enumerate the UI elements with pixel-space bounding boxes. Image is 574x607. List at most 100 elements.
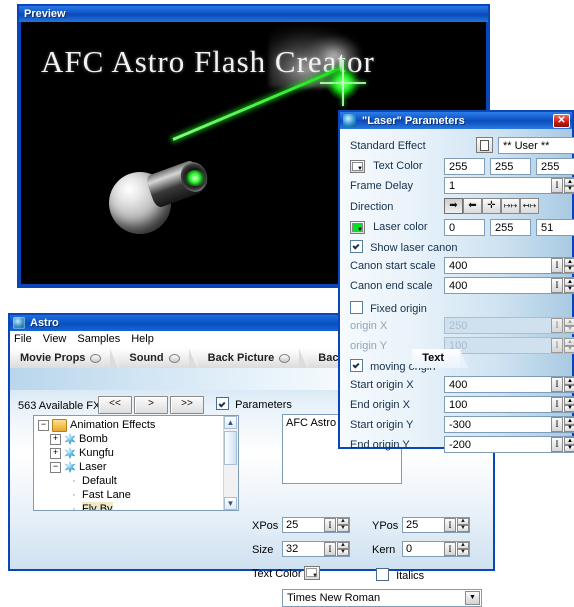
menu-help[interactable]: Help xyxy=(131,333,154,345)
size-text-cursor-icon[interactable]: I xyxy=(324,542,336,556)
canon-end-scale-text-cursor-icon[interactable]: I xyxy=(551,278,563,293)
tree-expander-icon[interactable]: − xyxy=(50,461,61,473)
canon-end-scale-stepper[interactable]: 400 I ▲ ▼ xyxy=(444,277,574,294)
end-origin-x-stepper[interactable]: 100 I ▲ ▼ xyxy=(444,396,574,413)
start-origin-x-stepper[interactable]: 400 I ▲ ▼ xyxy=(444,376,574,393)
close-icon[interactable]: ✕ xyxy=(553,113,570,128)
ypos-down-icon[interactable]: ▼ xyxy=(457,525,469,532)
standard-effect-select[interactable]: ** User ** ▼ xyxy=(498,137,574,154)
direction-outward-button[interactable]: ↤↦ xyxy=(520,198,539,214)
frame-delay-up-icon[interactable]: ▲ xyxy=(564,178,574,186)
tree-expander-icon[interactable]: + xyxy=(50,447,61,459)
canon-start-scale-value: 400 xyxy=(449,260,468,272)
canon-start-scale-stepper[interactable]: 400 I ▲ ▼ xyxy=(444,257,574,274)
end-origin-x-down-icon[interactable]: ▼ xyxy=(564,405,574,412)
kern-text-cursor-icon[interactable]: I xyxy=(444,542,456,556)
end-origin-y-down-icon[interactable]: ▼ xyxy=(564,445,574,452)
kern-up-icon[interactable]: ▲ xyxy=(457,542,469,549)
ypos-up-icon[interactable]: ▲ xyxy=(457,518,469,525)
direction-left-button[interactable]: ⬅ xyxy=(463,198,482,214)
tree-item-bomb[interactable]: + Bomb xyxy=(36,432,224,446)
canon-start-scale-text-cursor-icon[interactable]: I xyxy=(551,258,563,273)
new-effect-button[interactable] xyxy=(476,137,493,153)
tree-item-laser[interactable]: − Laser xyxy=(36,460,224,474)
laser-color-button[interactable]: ▼ Laser color xyxy=(350,221,427,234)
menu-view[interactable]: View xyxy=(43,333,67,345)
tab-text[interactable]: Text xyxy=(412,349,468,368)
xpos-up-icon[interactable]: ▲ xyxy=(337,518,349,525)
end-origin-y-up-icon[interactable]: ▲ xyxy=(564,437,574,445)
scroll-thumb[interactable] xyxy=(224,431,237,465)
canon-end-scale-down-icon[interactable]: ▼ xyxy=(564,286,574,293)
end-origin-x-up-icon[interactable]: ▲ xyxy=(564,397,574,405)
fx-tree-scrollbar[interactable]: ▲ ▼ xyxy=(223,416,238,510)
scroll-up-icon[interactable]: ▲ xyxy=(224,416,237,429)
tab-back-picture[interactable]: Back Picture xyxy=(197,349,307,368)
tree-item-fast-lane[interactable]: · Fast Lane xyxy=(36,488,224,502)
xpos-text-cursor-icon[interactable]: I xyxy=(324,518,336,532)
menu-file[interactable]: File xyxy=(14,333,32,345)
tab-movie-props[interactable]: Movie Props xyxy=(10,349,119,368)
start-origin-y-down-icon[interactable]: ▼ xyxy=(564,425,574,432)
laser-text-color-button[interactable]: ▼ Text Color xyxy=(350,160,423,173)
kern-stepper[interactable]: 0 I ▲ ▼ xyxy=(402,541,470,557)
end-origin-y-stepper[interactable]: -200 I ▲ ▼ xyxy=(444,436,574,453)
chevron-down-icon[interactable]: ▼ xyxy=(465,591,480,605)
parameters-checkbox[interactable]: Parameters xyxy=(216,397,292,411)
preview-titlebar[interactable]: Preview xyxy=(19,6,488,22)
laser-color-g-input[interactable]: 255 xyxy=(490,219,531,236)
fx-tree-items: − Animation Effects + Bomb + Kungfu − La… xyxy=(34,416,224,510)
canon-start-scale-up-icon[interactable]: ▲ xyxy=(564,258,574,266)
nav-next-button[interactable]: > xyxy=(134,396,168,414)
scroll-down-icon[interactable]: ▼ xyxy=(224,497,237,510)
start-origin-y-up-icon[interactable]: ▲ xyxy=(564,417,574,425)
end-origin-y-text-cursor-icon[interactable]: I xyxy=(551,437,563,452)
frame-delay-text-cursor-icon[interactable]: I xyxy=(551,178,563,193)
start-origin-x-down-icon[interactable]: ▼ xyxy=(564,385,574,392)
tree-expander-icon[interactable]: + xyxy=(50,433,61,445)
tree-item-fly-by[interactable]: · Fly By xyxy=(36,502,224,510)
laser-color-r-input[interactable]: 0 xyxy=(444,219,485,236)
canon-start-scale-down-icon[interactable]: ▼ xyxy=(564,266,574,273)
laser-color-b-input[interactable]: 51 xyxy=(536,219,574,236)
kern-down-icon[interactable]: ▼ xyxy=(457,549,469,556)
italics-checkbox[interactable]: Italics xyxy=(376,568,424,582)
frame-delay-down-icon[interactable]: ▼ xyxy=(564,186,574,193)
size-down-icon[interactable]: ▼ xyxy=(337,549,349,556)
fx-tree[interactable]: − Animation Effects + Bomb + Kungfu − La… xyxy=(33,415,239,511)
tree-item-default[interactable]: · Default xyxy=(36,474,224,488)
size-up-icon[interactable]: ▲ xyxy=(337,542,349,549)
laser-titlebar[interactable]: "Laser" Parameters ✕ xyxy=(340,112,572,129)
tree-item-animation-effects[interactable]: − Animation Effects xyxy=(36,418,224,432)
text-color-r-input[interactable]: 255 xyxy=(444,158,485,175)
astro-text-color-button[interactable]: ▼ xyxy=(304,566,320,580)
start-origin-y-stepper[interactable]: -300 I ▲ ▼ xyxy=(444,416,574,433)
xpos-stepper[interactable]: 25 I ▲ ▼ xyxy=(282,517,350,533)
show-laser-canon-checkbox[interactable]: Show laser canon xyxy=(350,240,458,254)
ypos-stepper[interactable]: 25 I ▲ ▼ xyxy=(402,517,470,533)
direction-center-button[interactable]: ✛ xyxy=(482,198,501,214)
ypos-text-cursor-icon[interactable]: I xyxy=(444,518,456,532)
tree-item-kungfu[interactable]: + Kungfu xyxy=(36,446,224,460)
size-stepper[interactable]: 32 I ▲ ▼ xyxy=(282,541,350,557)
canon-end-scale-up-icon[interactable]: ▲ xyxy=(564,278,574,286)
text-color-g-input[interactable]: 255 xyxy=(490,158,531,175)
text-color-b-input[interactable]: 255 xyxy=(536,158,574,175)
tab-sound[interactable]: Sound xyxy=(119,349,197,368)
nav-first-button[interactable]: << xyxy=(98,396,132,414)
nav-last-button[interactable]: >> xyxy=(170,396,204,414)
tree-item-label: Kungfu xyxy=(79,447,114,459)
fixed-origin-checkbox[interactable]: Fixed origin xyxy=(350,301,427,315)
tree-expander-icon[interactable]: − xyxy=(38,419,49,431)
xpos-down-icon[interactable]: ▼ xyxy=(337,525,349,532)
start-origin-y-text-cursor-icon[interactable]: I xyxy=(551,417,563,432)
font-select[interactable]: Times New Roman ▼ xyxy=(282,589,482,607)
menu-samples[interactable]: Samples xyxy=(77,333,120,345)
end-origin-x-text-cursor-icon[interactable]: I xyxy=(551,397,563,412)
start-origin-x-up-icon[interactable]: ▲ xyxy=(564,377,574,385)
direction-right-button[interactable]: ➡ xyxy=(444,198,463,214)
start-origin-x-text-cursor-icon[interactable]: I xyxy=(551,377,563,392)
moving-origin-checkbox-box xyxy=(350,359,363,372)
frame-delay-stepper[interactable]: 1 I ▲ ▼ xyxy=(444,177,574,194)
direction-double-right-button[interactable]: ↦↦ xyxy=(501,198,520,214)
